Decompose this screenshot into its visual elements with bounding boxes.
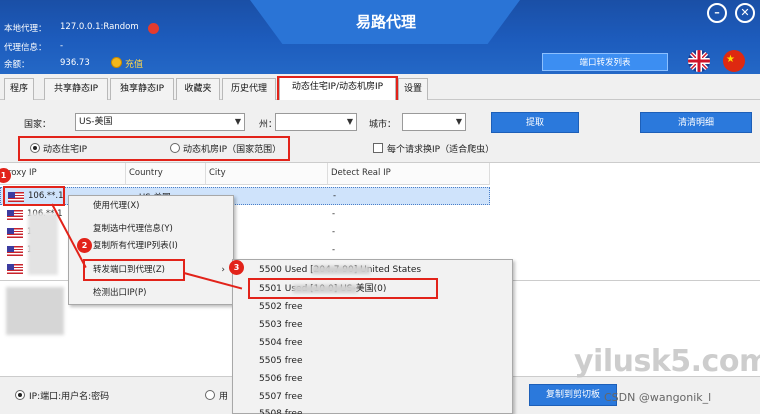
format-radio[interactable] [15, 390, 25, 400]
us-flag-icon [7, 228, 23, 238]
coin-icon [111, 57, 122, 68]
tab-bar: 程序 共享静态IP 独享静态IP 收藏夹 历史代理 动态住宅IP/动态机房IP … [0, 74, 760, 100]
minimize-button[interactable]: – [707, 3, 727, 23]
local-proxy-info: 本地代理： 127.0.0.1:Random [4, 22, 139, 34]
proxy-info: 代理信息： - [4, 41, 63, 53]
rotate-ip-label: 每个请求换IP（适合爬虫） [387, 145, 495, 155]
context-menu: 使用代理(X) 复制选中代理信息(Y) 复制所有代理IP列表(I) 转发端口到代… [68, 195, 234, 305]
local-proxy-value: 127.0.0.1:Random [60, 22, 139, 32]
chevron-down-icon: ▼ [234, 117, 241, 126]
datacenter-radio-label: 动态机房IP（国家范围） [183, 145, 282, 155]
port-submenu: 5500 Used [204.7 90] United States 5501 … [232, 259, 513, 414]
chevron-down-icon: ▼ [455, 117, 462, 126]
port-forward-list-button[interactable]: 端口转发列表 [542, 53, 668, 71]
redacted-ips [28, 213, 58, 275]
tab-dynamic-ip[interactable]: 动态住宅IP/动态机房IP [279, 76, 396, 100]
detect-cell: - [332, 209, 336, 219]
residential-radio[interactable] [30, 143, 40, 153]
column-header-country[interactable]: Country [126, 163, 206, 185]
menu-item-check-exit-ip[interactable]: 检测出口IP(P) [69, 285, 233, 301]
country-select[interactable]: US-美国 ▼ [75, 113, 245, 131]
country-label: 国家： [24, 120, 52, 130]
site-watermark: yilusk5.com [574, 344, 760, 379]
local-proxy-label: 本地代理： [4, 24, 47, 34]
detect-cell: - [333, 191, 337, 201]
us-flag-icon [7, 210, 23, 220]
english-flag-icon[interactable] [688, 50, 710, 72]
other-format-radio-label: 用 [219, 392, 229, 402]
redacted-ip [293, 285, 357, 293]
proxy-info-label: 代理信息： [4, 43, 47, 53]
balance-value: 936.73 [60, 58, 90, 68]
menu-item-copy-selected[interactable]: 复制选中代理信息(Y) [69, 221, 233, 237]
port-item[interactable]: 5502 free [233, 299, 512, 315]
port-item[interactable]: 5500 Used [204.7 90] United States [233, 262, 512, 278]
balance-info: 余额： 936.73 [4, 58, 90, 70]
balance-label: 余额： [4, 60, 30, 70]
detect-cell: - [332, 227, 336, 237]
proxy-info-value: - [60, 41, 64, 51]
chevron-down-icon: ▼ [346, 117, 353, 126]
rotate-ip-checkbox[interactable] [373, 143, 383, 153]
tab-favorites[interactable]: 收藏夹 [176, 78, 220, 100]
recharge-link[interactable]: 充值 [125, 57, 143, 70]
us-flag-icon [7, 246, 23, 256]
menu-item-forward-port[interactable]: 转发端口到代理(Z) [69, 262, 233, 278]
header-bar: 易路代理 本地代理： 127.0.0.1:Random 代理信息： - 余额： … [0, 0, 760, 74]
tab-settings[interactable]: 设置 [398, 78, 428, 100]
close-button[interactable]: ✕ [735, 3, 755, 23]
tab-program[interactable]: 程序 [4, 78, 34, 100]
redacted-log [6, 287, 64, 335]
csdn-credit: CSDN @wangonik_l [604, 391, 712, 404]
app-title: 易路代理 [355, 13, 416, 31]
tab-dedicated-static-ip[interactable]: 独享静态IP [110, 78, 174, 100]
chinese-flag-icon[interactable]: ★ [723, 50, 745, 72]
menu-item-use-proxy[interactable]: 使用代理(X) [69, 198, 233, 214]
country-select-value: US-美国 [79, 117, 113, 127]
other-format-radio[interactable] [205, 390, 215, 400]
redacted-ip [312, 266, 370, 274]
detect-cell: - [332, 245, 336, 255]
column-header-city[interactable]: City [206, 163, 328, 185]
clear-details-button[interactable]: 清清明细 [640, 112, 752, 133]
menu-item-copy-all[interactable]: 复制所有代理IP列表(I) [69, 238, 233, 254]
port-item[interactable]: 5507 free [233, 389, 512, 405]
filter-panel: 国家： US-美国 ▼ 州： ▼ 城市： ▼ 提取 清清明细 动态住宅IP 动态… [0, 100, 760, 162]
column-header-proxy-ip[interactable]: Proxy IP [0, 163, 126, 185]
tab-shared-static-ip[interactable]: 共享静态IP [44, 78, 108, 100]
port-item[interactable]: 5503 free [233, 317, 512, 333]
extract-button[interactable]: 提取 [491, 112, 579, 133]
format-radio-label: IP:端口:用户名:密码 [29, 392, 110, 402]
port-item[interactable]: 5505 free [233, 353, 512, 369]
port-item[interactable]: 5501 Used [10 0] US-美国(0) [233, 281, 512, 297]
us-flag-icon [7, 264, 23, 274]
step-badge-2: 2 [77, 238, 92, 253]
residential-radio-label: 动态住宅IP [43, 145, 88, 155]
port-item[interactable]: 5508 free [233, 406, 512, 414]
column-header-detect-real-ip[interactable]: Detect Real IP [328, 163, 490, 185]
us-flag-icon [8, 192, 24, 202]
proxy-ip-cell: 106.**.1 [28, 191, 64, 201]
datacenter-radio[interactable] [170, 143, 180, 153]
chevron-right-icon: › [221, 265, 225, 275]
city-select[interactable]: ▼ [402, 113, 466, 131]
proxy-status-dot [148, 23, 159, 34]
city-label: 城市： [369, 120, 397, 130]
port-item[interactable]: 5506 free [233, 371, 512, 387]
port-item[interactable]: 5504 free [233, 335, 512, 351]
step-badge-3: 3 [229, 260, 244, 275]
tab-history[interactable]: 历史代理 [222, 78, 276, 100]
state-select[interactable]: ▼ [275, 113, 357, 131]
